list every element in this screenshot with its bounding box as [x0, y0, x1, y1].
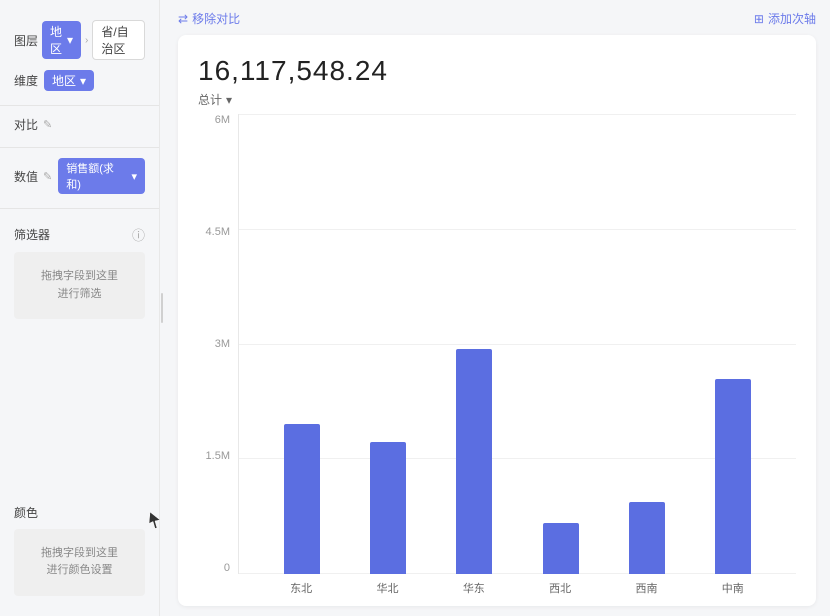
- x-labels: 东北 华北 华东 西北 西南 中南: [238, 574, 796, 596]
- compare-item: 对比 ✎: [14, 116, 145, 133]
- bar-东北: [284, 424, 320, 574]
- bar-华北: [370, 442, 406, 574]
- top-actions-bar: ⇄ 移除对比 ⊞ 添加次轴: [178, 10, 816, 27]
- color-drop-zone[interactable]: 拖拽字段到这里 进行颜色设置: [14, 529, 145, 596]
- value-item: 数值 ✎ 销售额(求和) ▾: [14, 158, 145, 194]
- bars-grid: [238, 114, 796, 574]
- bar-group-西南[interactable]: [629, 502, 665, 574]
- sidebar-resize-handle[interactable]: [160, 0, 164, 616]
- bar-chart: 6M 4.5M 3M 1.5M 0: [198, 114, 796, 596]
- x-label-东北: 东北: [283, 580, 319, 596]
- breadcrumb-arrow: ›: [85, 35, 88, 46]
- dimension-row: 维度 地区 ▾: [0, 68, 159, 93]
- x-label-西南: 西南: [628, 580, 664, 596]
- bar-group-西北[interactable]: [543, 523, 579, 574]
- dimension-item: 维度 地区 ▾: [14, 70, 145, 91]
- layer-row: 图层 地区 ▾ › 省/自治区: [0, 12, 159, 68]
- filter-section: 筛选器 ⓘ 拖拽字段到这里 进行筛选: [0, 217, 159, 496]
- layer-tag[interactable]: 地区 ▾: [42, 21, 81, 59]
- filter-info-icon[interactable]: ⓘ: [132, 225, 145, 244]
- chart-subtitle: 总计 ▾: [198, 91, 796, 108]
- bar-中南: [715, 379, 751, 574]
- filter-title: 筛选器 ⓘ: [14, 225, 145, 244]
- main-area: ⇄ 移除对比 ⊞ 添加次轴 16,117,548.24 总计 ▾ 6M 4.5M…: [164, 0, 830, 616]
- sidebar: 图层 地区 ▾ › 省/自治区 维度 地区 ▾ 对比 ✎: [0, 0, 160, 616]
- value-tag[interactable]: 销售额(求和) ▾: [58, 158, 145, 194]
- bar-西南: [629, 502, 665, 574]
- chart-big-value: 16,117,548.24: [198, 55, 796, 87]
- x-label-华北: 华北: [369, 580, 405, 596]
- bars-area: 东北 华北 华东 西北 西南 中南: [238, 114, 796, 596]
- x-label-华东: 华东: [456, 580, 492, 596]
- dimension-label: 维度: [14, 72, 38, 89]
- bar-group-华东[interactable]: [456, 349, 492, 574]
- bar-group-中南[interactable]: [715, 379, 751, 574]
- bar-group-华北[interactable]: [370, 442, 406, 574]
- filter-drop-zone[interactable]: 拖拽字段到这里 进行筛选: [14, 252, 145, 319]
- value-tag-chevron-icon: ▾: [131, 170, 137, 183]
- value-edit-icon[interactable]: ✎: [43, 170, 52, 183]
- dimension-chevron-icon: ▾: [80, 74, 86, 88]
- y-axis: 6M 4.5M 3M 1.5M 0: [198, 114, 238, 596]
- compare-edit-icon[interactable]: ✎: [43, 118, 52, 131]
- add-axis-icon: ⊞: [754, 12, 764, 26]
- move-remove-icon: ⇄: [178, 12, 188, 26]
- value-row: 数值 ✎ 销售额(求和) ▾: [0, 156, 159, 196]
- compare-row: 对比 ✎: [0, 114, 159, 135]
- compare-move-btn[interactable]: ⇄ 移除对比: [178, 10, 240, 27]
- bar-华东: [456, 349, 492, 574]
- layer-tag-icon: ▾: [67, 33, 73, 47]
- layer-label: 图层: [14, 32, 38, 49]
- color-title: 颜色: [14, 504, 145, 521]
- dimension-tag[interactable]: 地区 ▾: [44, 70, 94, 91]
- value-label: 数值: [14, 168, 38, 185]
- compare-label: 对比: [14, 116, 38, 133]
- x-label-西北: 西北: [542, 580, 578, 596]
- chart-container: 16,117,548.24 总计 ▾ 6M 4.5M 3M 1.5M 0: [178, 35, 816, 606]
- bars-row: [239, 114, 796, 574]
- bar-西北: [543, 523, 579, 574]
- x-label-中南: 中南: [715, 580, 751, 596]
- color-section: 颜色 拖拽字段到这里 进行颜色设置: [0, 496, 159, 604]
- subtitle-chevron-icon[interactable]: ▾: [226, 93, 232, 107]
- bar-group-东北[interactable]: [284, 424, 320, 574]
- layer-breadcrumb[interactable]: 省/自治区: [92, 20, 145, 60]
- add-axis-btn[interactable]: ⊞ 添加次轴: [754, 10, 816, 27]
